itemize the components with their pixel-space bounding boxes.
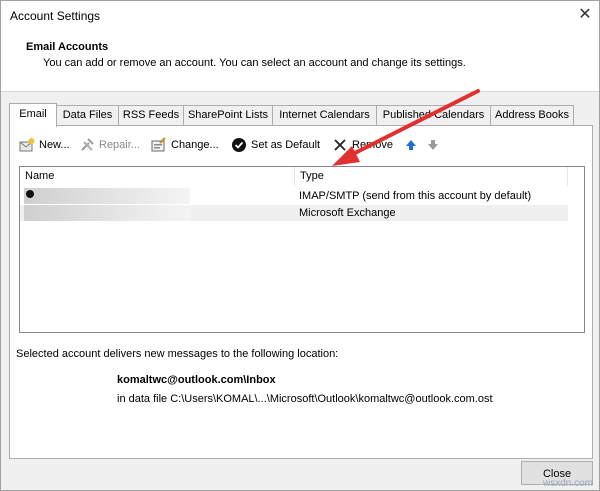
- remove-label: Remove: [352, 139, 393, 151]
- account-settings-window: Account Settings ✕ Email Accounts You ca…: [0, 0, 600, 491]
- remove-button[interactable]: Remove: [332, 136, 393, 154]
- move-up-button[interactable]: [403, 136, 423, 154]
- tab-email[interactable]: Email: [9, 103, 57, 127]
- new-mail-icon: [19, 137, 35, 153]
- title-bar: Account Settings ✕: [1, 1, 599, 31]
- default-account-icon: [26, 190, 34, 198]
- tab-published-calendars[interactable]: Published Calendars: [376, 105, 491, 125]
- new-label: New...: [39, 139, 70, 151]
- column-header-name[interactable]: Name: [20, 167, 295, 186]
- change-button[interactable]: Change...: [151, 136, 219, 154]
- watermark: wsxdn.com: [543, 478, 594, 489]
- redacted-account-name: [24, 205, 190, 221]
- account-row-2[interactable]: Microsoft Exchange: [20, 205, 568, 221]
- tab-sharepoint-lists[interactable]: SharePoint Lists: [183, 105, 273, 125]
- change-label: Change...: [171, 139, 219, 151]
- tools-icon: [79, 137, 95, 153]
- account-type: IMAP/SMTP (send from this account by def…: [299, 190, 532, 202]
- delivery-info-text: Selected account delivers new messages t…: [16, 348, 339, 360]
- dialog-header: Email Accounts You can add or remove an …: [1, 31, 599, 92]
- change-account-icon: [151, 137, 167, 153]
- tab-internet-calendars[interactable]: Internet Calendars: [272, 105, 377, 125]
- account-row-1[interactable]: IMAP/SMTP (send from this account by def…: [20, 188, 568, 204]
- email-tab-panel: New... Repair... Change... Set as Defaul…: [9, 125, 593, 459]
- delivery-data-file: in data file C:\Users\KOMAL\...\Microsof…: [117, 393, 493, 405]
- column-header-type[interactable]: Type: [295, 167, 568, 186]
- header-description: You can add or remove an account. You ca…: [43, 57, 466, 69]
- tab-address-books[interactable]: Address Books: [490, 105, 574, 125]
- move-down-button[interactable]: [425, 136, 445, 154]
- tab-rss-feeds[interactable]: RSS Feeds: [118, 105, 184, 125]
- repair-label: Repair...: [99, 139, 140, 151]
- arrow-up-icon: [403, 137, 419, 153]
- set-as-default-label: Set as Default: [251, 139, 321, 151]
- checkmark-circle-icon: [231, 137, 247, 153]
- redacted-account-name: [24, 188, 190, 204]
- account-type: Microsoft Exchange: [299, 207, 396, 219]
- arrow-down-icon: [425, 137, 441, 153]
- set-as-default-button[interactable]: Set as Default: [231, 136, 320, 154]
- delivery-folder: komaltwc@outlook.com\Inbox: [117, 374, 276, 386]
- accounts-list[interactable]: Name Type IMAP/SMTP (send from this acco…: [19, 166, 585, 333]
- tab-data-files[interactable]: Data Files: [56, 105, 119, 125]
- window-title: Account Settings: [10, 9, 101, 23]
- remove-x-icon: [332, 137, 348, 153]
- header-title: Email Accounts: [26, 41, 109, 53]
- close-icon[interactable]: ✕: [575, 5, 595, 25]
- new-button[interactable]: New...: [19, 136, 70, 154]
- repair-button[interactable]: Repair...: [79, 136, 140, 154]
